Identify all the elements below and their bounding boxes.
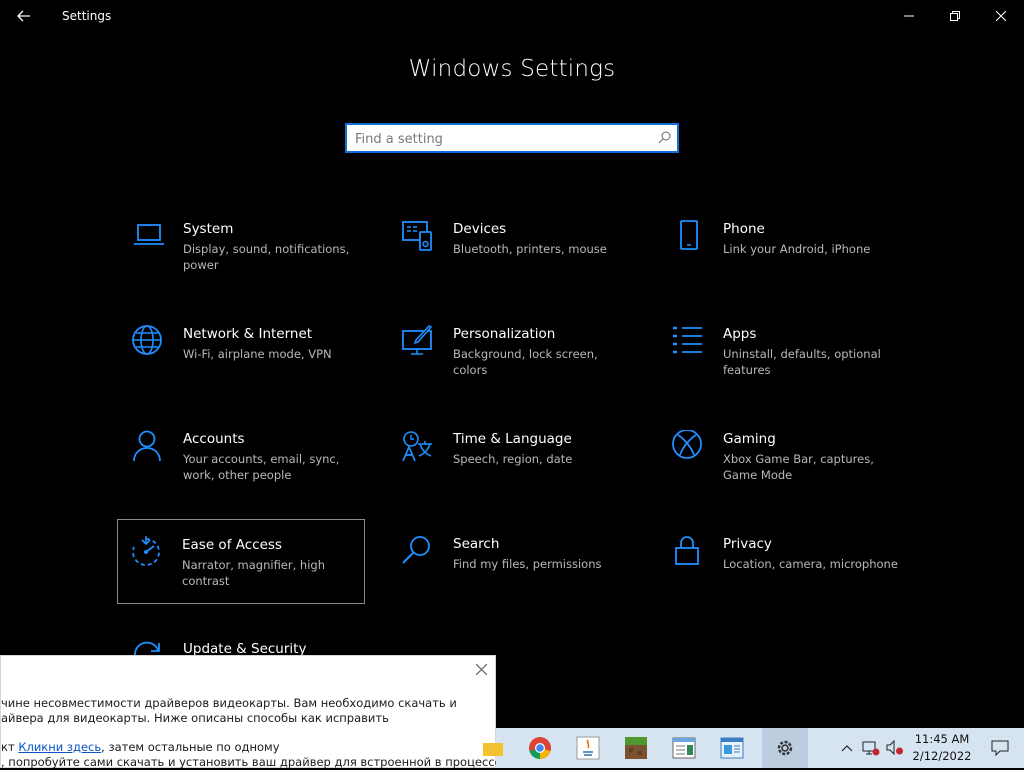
network-icon <box>862 741 880 756</box>
taskbar-folder[interactable] <box>478 728 508 768</box>
minimize-icon <box>904 15 914 17</box>
click-here-link[interactable]: Кликни здесь <box>18 740 101 754</box>
tile-title: Gaming <box>723 431 776 447</box>
clock-time: 11:45 AM <box>914 732 970 746</box>
tile-description: Display, sound, notifications, power <box>183 242 350 272</box>
taskbar-java[interactable] <box>566 728 610 768</box>
page-title: Windows Settings <box>408 56 616 82</box>
minecraft-icon <box>625 737 647 759</box>
taskbar-settings[interactable] <box>762 728 808 768</box>
tile-title: System <box>183 221 234 237</box>
show-hidden-icons-button[interactable] <box>836 728 858 768</box>
ease-of-access-icon <box>132 536 160 566</box>
control-panel-icon <box>720 737 744 759</box>
tile-description: Background, lock screen, colors <box>453 347 598 377</box>
tile-accounts[interactable]: Accounts Your accounts, email, sync, wor… <box>119 430 367 514</box>
tile-description: Wi-Fi, airplane mode, VPN <box>183 347 332 361</box>
notification-icon <box>991 740 1009 756</box>
tile-description: Find my files, permissions <box>453 557 602 571</box>
search-input[interactable] <box>355 130 645 148</box>
tile-title: Search <box>453 536 500 552</box>
time-language-icon <box>402 431 432 462</box>
tile-title: Network & Internet <box>183 326 313 342</box>
network-tray-button[interactable] <box>860 728 882 768</box>
taskbar-clock[interactable]: 11:45 AM 2/12/2022 <box>908 731 976 765</box>
chevron-up-icon <box>841 745 853 752</box>
chrome-icon <box>529 737 551 759</box>
tile-title: Apps <box>723 326 757 342</box>
restore-button[interactable] <box>932 0 978 32</box>
popup-text-line: айвера для видеокарты. Ниже описаны спос… <box>1 711 389 725</box>
tile-system[interactable]: System Display, sound, notifications, po… <box>119 220 367 304</box>
tile-description: Speech, region, date <box>453 452 573 466</box>
popup-text-line: чине несовместимости драйверов видеокарт… <box>1 696 457 710</box>
taskbar-minecraft[interactable] <box>614 728 658 768</box>
tile-privacy[interactable]: Privacy Location, camera, microphone <box>659 535 907 619</box>
volume-tray-button[interactable] <box>884 728 906 768</box>
search-icon[interactable] <box>658 131 671 144</box>
xbox-icon <box>672 430 702 459</box>
tile-description: Location, camera, microphone <box>723 557 898 571</box>
taskbar-chrome[interactable] <box>518 728 562 768</box>
popup-text-line: кт Кликни здесь, затем остальные по одно… <box>1 740 280 755</box>
tile-title: Privacy <box>723 536 772 552</box>
minimize-button[interactable] <box>886 0 932 32</box>
clock-date: 2/12/2022 <box>912 749 972 763</box>
close-icon <box>475 663 487 675</box>
close-icon <box>996 11 1006 21</box>
tile-time-language[interactable]: Time & Language Speech, region, date <box>389 430 637 514</box>
magnifier-icon <box>402 536 430 564</box>
close-button[interactable] <box>978 0 1024 32</box>
tile-ease-of-access[interactable]: Ease of Access Narrator, magnifier, high… <box>117 519 365 604</box>
devices-icon <box>402 221 432 251</box>
popup-text: кт <box>1 740 19 754</box>
tile-title: Accounts <box>183 431 245 447</box>
back-arrow-icon <box>17 10 30 22</box>
phone-icon <box>680 220 698 250</box>
window-title: Settings <box>62 9 112 23</box>
taskbar-notepad[interactable] <box>662 728 706 768</box>
tile-network-internet[interactable]: Network & Internet Wi-Fi, airplane mode,… <box>119 325 367 409</box>
tile-description: Your accounts, email, sync, work, other … <box>183 452 340 482</box>
popup-text: , затем остальные по одному <box>101 740 280 754</box>
laptop-icon <box>134 224 164 245</box>
tile-description: Narrator, magnifier, high contrast <box>182 558 325 588</box>
notification-popup: чине несовместимости драйверов видеокарт… <box>0 655 509 769</box>
volume-muted-icon <box>886 740 903 756</box>
tile-devices[interactable]: Devices Bluetooth, printers, mouse <box>389 220 637 304</box>
java-icon <box>576 736 600 760</box>
lock-icon <box>675 536 699 565</box>
globe-icon <box>132 325 162 355</box>
back-button[interactable] <box>8 2 40 30</box>
tile-apps[interactable]: Apps Uninstall, defaults, optional featu… <box>659 325 907 409</box>
paint-icon <box>402 325 433 355</box>
tile-search[interactable]: Search Find my files, permissions <box>389 535 637 619</box>
tile-gaming[interactable]: Gaming Xbox Game Bar, captures, Game Mod… <box>659 430 907 514</box>
tile-personalization[interactable]: Personalization Background, lock screen,… <box>389 325 637 409</box>
taskbar: 11:45 AM 2/12/2022 <box>483 728 1024 768</box>
restore-icon <box>950 11 960 21</box>
apps-list-icon <box>673 326 702 354</box>
notepad-icon <box>672 737 696 759</box>
tile-description: Bluetooth, printers, mouse <box>453 242 607 256</box>
tile-description: Xbox Game Bar, captures, Game Mode <box>723 452 874 482</box>
folder-icon <box>483 743 503 756</box>
action-center-button[interactable] <box>978 728 1022 768</box>
tile-title: Personalization <box>453 326 556 342</box>
popup-close-button[interactable] <box>473 661 489 677</box>
tile-title: Phone <box>723 221 765 237</box>
tile-title: Ease of Access <box>182 537 282 553</box>
tile-title: Time & Language <box>453 431 572 447</box>
tile-description: Link your Android, iPhone <box>723 242 871 256</box>
tile-description: Uninstall, defaults, optional features <box>723 347 881 377</box>
title-bar: Settings <box>0 0 1024 32</box>
settings-gear-icon <box>777 740 793 756</box>
person-icon <box>133 430 161 462</box>
tile-phone[interactable]: Phone Link your Android, iPhone <box>659 220 907 304</box>
tile-title: Devices <box>453 221 507 237</box>
search-box[interactable] <box>345 123 679 153</box>
taskbar-control-panel[interactable] <box>710 728 754 768</box>
settings-window: Settings Windows Settings System Display… <box>0 0 1024 769</box>
